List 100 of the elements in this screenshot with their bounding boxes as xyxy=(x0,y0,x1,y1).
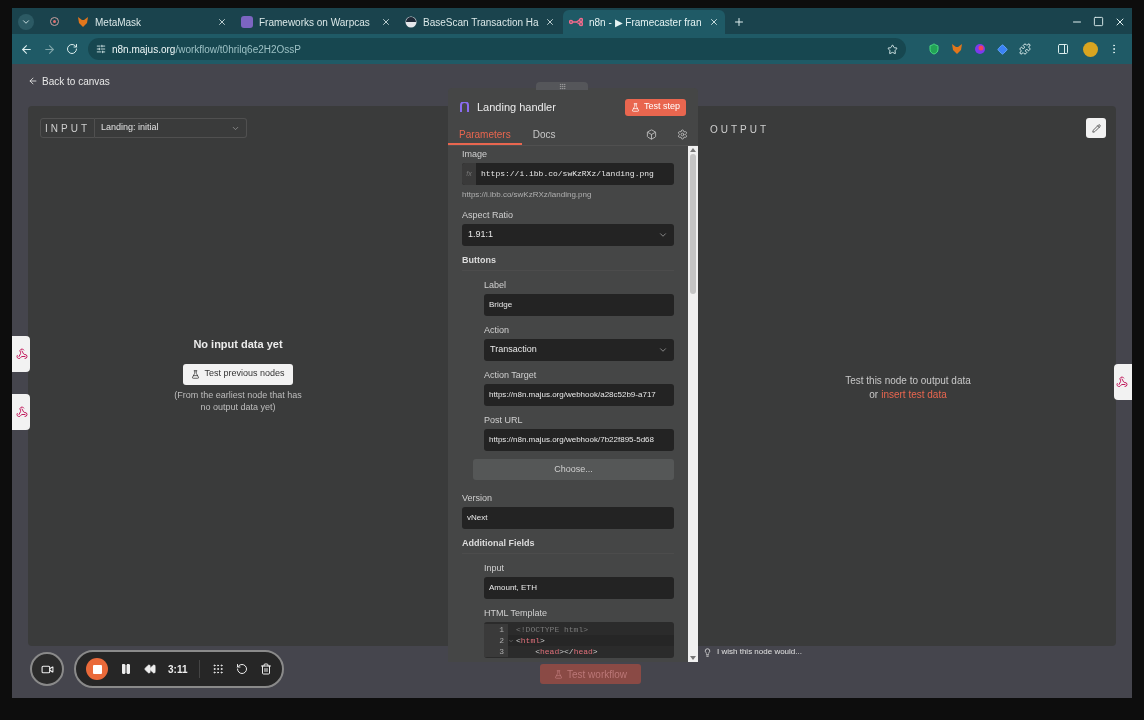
node-title: Landing handler xyxy=(477,99,557,115)
edit-button[interactable] xyxy=(1086,118,1106,138)
chevron-icon xyxy=(658,230,668,240)
pencil-icon xyxy=(1091,123,1101,133)
select-field[interactable]: 1.91:1 xyxy=(462,224,674,246)
field-label: Input xyxy=(484,562,506,574)
feedback-text[interactable]: I wish this node would... xyxy=(717,646,802,658)
node-stub[interactable] xyxy=(1114,364,1132,400)
drag-handle[interactable] xyxy=(536,82,588,90)
circle-icon xyxy=(405,16,417,28)
new-tab-icon[interactable] xyxy=(733,16,745,28)
tab-list-button[interactable] xyxy=(18,14,34,30)
code-editor[interactable]: 1 <!DOCTYPE html> 2 <html> 3 <head></head> xyxy=(484,622,674,658)
empty-message: Test this node to output data xyxy=(845,374,971,388)
stop-button[interactable] xyxy=(86,658,108,680)
back-to-canvas-link[interactable]: Back to canvas xyxy=(28,73,110,89)
empty-message: or xyxy=(869,388,879,402)
bookmark-icon[interactable] xyxy=(887,43,898,55)
webhook-icon xyxy=(1116,376,1128,388)
tab-title: n8n - ▶ Framecaster fran xyxy=(589,15,703,30)
recording-time: 3:11 xyxy=(168,662,188,677)
profile-avatar[interactable] xyxy=(1083,41,1098,57)
url-text: n8n.majus.org/workflow/t0hrilq6e2H2OssP xyxy=(112,42,302,57)
text-field[interactable]: Amount, ETH xyxy=(484,577,674,599)
section-heading: Buttons xyxy=(462,254,674,271)
camera-button[interactable] xyxy=(30,652,64,686)
node-icon xyxy=(460,102,469,112)
panel-tab[interactable]: Docs xyxy=(521,125,567,145)
empty-hint: (From the earliest node that has no output data yet) xyxy=(173,388,303,413)
field-label: Post URL xyxy=(484,414,524,426)
resolved-value: https://i.ibb.co/swKzRXz/landing.png xyxy=(462,189,593,201)
browser-tab[interactable]: n8n - ▶ Framecaster fran xyxy=(563,10,725,34)
shield-icon[interactable] xyxy=(928,43,940,55)
browser-tab[interactable]: BaseScan Transaction Ha xyxy=(399,10,561,34)
browser-tab[interactable]: MetaMask xyxy=(71,10,233,34)
line-number: 3 xyxy=(484,646,508,657)
flask-icon xyxy=(630,102,640,112)
pause-icon[interactable] xyxy=(120,663,132,675)
rewind-icon[interactable] xyxy=(144,663,156,675)
browser-tab[interactable]: Frameworks on Warpcas xyxy=(235,10,397,34)
back-icon[interactable] xyxy=(20,42,33,56)
code-line: <html> xyxy=(515,635,545,646)
flask-icon xyxy=(191,369,201,379)
site-info-icon xyxy=(96,44,106,54)
node-select[interactable]: Landing: initial xyxy=(95,118,247,138)
chevron-icon xyxy=(21,17,31,27)
webhook-icon xyxy=(16,406,28,418)
scrollbar[interactable] xyxy=(688,146,698,662)
field-label: Action xyxy=(484,324,510,336)
scroll-up-icon[interactable] xyxy=(690,148,696,152)
delete-icon[interactable] xyxy=(260,663,273,675)
empty-title: No input data yet xyxy=(193,337,283,352)
line-number: 2 xyxy=(484,635,508,646)
code-line: <head></head> xyxy=(534,646,598,657)
tab-title: MetaMask xyxy=(95,15,143,30)
field-label: Version xyxy=(462,492,494,504)
select-field[interactable]: Transaction xyxy=(484,339,674,361)
tab-title: BaseScan Transaction Ha xyxy=(423,15,539,30)
insert-test-data-link[interactable]: insert test data xyxy=(881,388,947,402)
close-icon[interactable] xyxy=(709,17,719,27)
grid-icon[interactable] xyxy=(212,663,225,675)
choose-button[interactable]: Choose... xyxy=(473,459,674,480)
code-line: <!DOCTYPE html> xyxy=(515,624,588,635)
lightbulb-icon xyxy=(703,647,712,657)
address-bar[interactable]: n8n.majus.org/workflow/t0hrilq6e2H2OssP xyxy=(88,38,906,60)
fox-icon xyxy=(77,16,89,28)
diamond-icon[interactable] xyxy=(997,43,1008,55)
test-previous-nodes-button[interactable]: Test previous nodes xyxy=(183,363,293,385)
tab-title: Frameworks on Warpcas xyxy=(259,15,371,30)
settings-icon[interactable] xyxy=(677,129,688,140)
chevron-icon xyxy=(658,345,668,355)
forward-icon[interactable] xyxy=(43,42,56,56)
maximize-icon[interactable] xyxy=(1093,16,1104,27)
field-label: Action Target xyxy=(484,369,538,381)
cube-icon[interactable] xyxy=(646,129,657,140)
close-icon[interactable] xyxy=(1114,16,1126,28)
webhook-icon xyxy=(16,348,28,360)
text-field[interactable]: vNext xyxy=(462,507,674,529)
side-panel-icon[interactable] xyxy=(1057,43,1069,55)
color-wheel-icon[interactable] xyxy=(974,43,986,55)
node-stub[interactable] xyxy=(12,394,30,430)
field-label: Label xyxy=(484,279,508,291)
close-icon[interactable] xyxy=(381,17,391,27)
text-field[interactable]: https://n8n.majus.org/webhook/7b22f895-5d68 xyxy=(484,429,674,451)
w-logo-icon xyxy=(241,16,253,28)
scroll-down-icon[interactable] xyxy=(690,656,696,660)
close-icon[interactable] xyxy=(217,17,227,27)
text-field[interactable]: Bridge xyxy=(484,294,674,316)
restart-icon[interactable] xyxy=(236,663,249,675)
close-icon[interactable] xyxy=(545,17,555,27)
back-arrow-icon xyxy=(28,76,38,86)
reload-icon[interactable] xyxy=(66,43,78,55)
field-label: Image xyxy=(462,148,488,160)
extensions-icon[interactable] xyxy=(1019,43,1031,55)
section-heading: Additional Fields xyxy=(462,537,674,554)
node-stub[interactable] xyxy=(12,336,30,372)
fox-icon[interactable] xyxy=(951,43,963,55)
field-label: Aspect Ratio xyxy=(462,209,515,221)
text-field[interactable]: https://n8n.majus.org/webhook/a28c52b9-a717 xyxy=(484,384,674,406)
line-number: 1 xyxy=(484,624,508,635)
